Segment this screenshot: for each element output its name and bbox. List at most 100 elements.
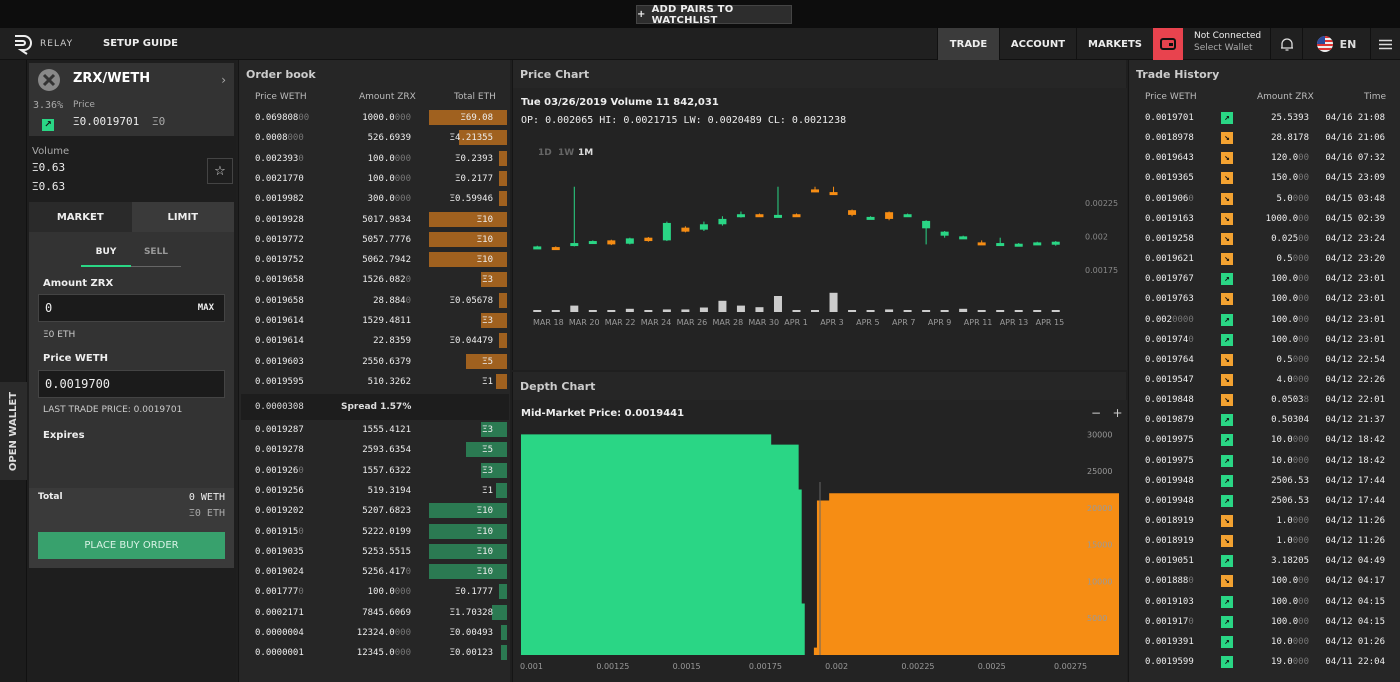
range-1d-button[interactable]: 1D: [538, 148, 552, 158]
order-price: 0.0019603: [255, 356, 304, 367]
notifications-bell-icon[interactable]: [1270, 28, 1302, 60]
buy-tab[interactable]: BUY: [81, 247, 131, 267]
trade-row[interactable]: 0.0019051 ↗ 3.18205 04/12 04:49: [1129, 551, 1399, 571]
trade-row[interactable]: 0.0019879 ↗ 0.50304 04/12 21:37: [1129, 410, 1399, 430]
ask-row[interactable]: 0.0023930 100.0000 Ξ0.2393: [239, 149, 509, 169]
ask-row[interactable]: 0.06980800 1000.0000 Ξ69.08: [239, 108, 509, 128]
trade-amount: 19.0000: [1271, 657, 1309, 668]
bid-row[interactable]: 0.0019256 519.3194 Ξ1: [239, 481, 509, 501]
nav-markets-tab[interactable]: MARKETS: [1076, 28, 1153, 60]
zoom-out-button[interactable]: −: [1091, 406, 1101, 420]
trade-row[interactable]: 0.0019547 ↘ 4.0000 04/12 22:26: [1129, 370, 1399, 390]
ask-depth-bar: [429, 211, 507, 227]
market-selector[interactable]: ZRX/WETH › 3.36% ↗ Price Ξ0.0019701 Ξ0: [29, 63, 234, 136]
ask-row[interactable]: 0.0019772 5057.7776 Ξ10: [239, 230, 509, 250]
trade-row[interactable]: 0.0018978 ↘ 28.8178 04/16 21:06: [1129, 128, 1399, 148]
trade-price: 0.0019621: [1145, 254, 1194, 265]
order-price: 0.0019024: [255, 567, 304, 578]
wallet-icon[interactable]: [1153, 28, 1183, 60]
spread-row: 0.0000308 Spread 1.57%: [241, 394, 509, 420]
range-1w-button[interactable]: 1W: [558, 148, 574, 158]
relay-logo[interactable]: RELAY: [12, 33, 73, 55]
price-x-tick: MAR 18: [533, 318, 564, 327]
bid-row[interactable]: 0.0019287 1555.4121 Ξ3: [239, 420, 509, 440]
wallet-status[interactable]: Not Connected Select Wallet: [1194, 31, 1261, 53]
bid-row[interactable]: 0.0019202 5207.6823 Ξ10: [239, 501, 509, 521]
ask-row[interactable]: 0.0008000 526.6939 Ξ4.21355: [239, 128, 509, 148]
range-1m-button[interactable]: 1M: [578, 148, 593, 158]
ask-row[interactable]: 0.0019658 1526.0820 Ξ3: [239, 270, 509, 290]
price-x-tick: MAR 26: [677, 318, 708, 327]
sell-tab[interactable]: SELL: [131, 247, 181, 267]
ask-row[interactable]: 0.0019595 510.3262 Ξ1: [239, 372, 509, 392]
zoom-in-button[interactable]: +: [1113, 406, 1123, 420]
nav-trade-tab[interactable]: TRADE: [937, 28, 999, 60]
candle-body: [848, 210, 857, 215]
trade-row[interactable]: 0.0019975 ↗ 10.0000 04/12 18:42: [1129, 430, 1399, 450]
volume-bar: [570, 305, 579, 312]
tab-market[interactable]: MARKET: [29, 202, 132, 232]
ask-row[interactable]: 0.0021770 100.0000 Ξ0.2177: [239, 169, 509, 189]
trade-row[interactable]: 0.0019258 ↘ 0.02500 04/12 23:24: [1129, 229, 1399, 249]
trade-row[interactable]: 0.0018919 ↘ 1.0000 04/12 11:26: [1129, 511, 1399, 531]
order-price: 0.0000001: [255, 648, 304, 659]
trade-row[interactable]: 0.0019643 ↘ 120.000 04/16 07:32: [1129, 148, 1399, 168]
amount-input[interactable]: 0 MAX: [38, 294, 225, 322]
trade-row[interactable]: 0.0020000 ↗ 100.000 04/12 23:01: [1129, 310, 1399, 330]
volume-bar: [625, 308, 634, 312]
bid-row[interactable]: 0.0019260 1557.6322 Ξ3: [239, 461, 509, 481]
open-wallet-button[interactable]: OPEN WALLET: [0, 382, 27, 480]
trade-row[interactable]: 0.0019848 ↘ 0.05038 04/12 22:01: [1129, 390, 1399, 410]
ask-row[interactable]: 0.0019928 5017.9834 Ξ10: [239, 210, 509, 230]
ask-row[interactable]: 0.0019614 1529.4811 Ξ3: [239, 311, 509, 331]
candle-body: [940, 231, 949, 236]
ask-row[interactable]: 0.0019658 28.8840 Ξ0.05678: [239, 291, 509, 311]
trade-row[interactable]: 0.0019764 ↘ 0.5000 04/12 22:54: [1129, 350, 1399, 370]
trade-row[interactable]: 0.0018880 ↘ 100.000 04/12 04:17: [1129, 571, 1399, 591]
bid-row[interactable]: 0.0019278 2593.6354 Ξ5: [239, 440, 509, 460]
ask-row[interactable]: 0.0019614 22.8359 Ξ0.04479: [239, 331, 509, 351]
trade-row[interactable]: 0.0019060 ↘ 5.0000 04/15 03:48: [1129, 189, 1399, 209]
trade-row[interactable]: 0.0019948 ↗ 2506.53 04/12 17:44: [1129, 471, 1399, 491]
price-input[interactable]: 0.0019700: [38, 370, 225, 398]
depth-y-tick: 25000: [1087, 467, 1112, 476]
favorite-star-icon[interactable]: ☆: [207, 158, 233, 184]
bid-row[interactable]: 0.0019150 5222.0199 Ξ10: [239, 522, 509, 542]
ask-row[interactable]: 0.0019982 300.0000 Ξ0.59946: [239, 189, 509, 209]
trade-row[interactable]: 0.0019767 ↗ 100.000 04/12 23:01: [1129, 269, 1399, 289]
language-selector[interactable]: EN: [1302, 28, 1370, 60]
trade-row[interactable]: 0.0019599 ↗ 19.0000 04/11 22:04: [1129, 652, 1399, 672]
candle-body: [773, 214, 782, 218]
bid-row[interactable]: 0.0000001 12345.0000 Ξ0.00123: [239, 643, 509, 663]
add-pairs-to-watchlist-button[interactable]: + ADD PAIRS TO WATCHLIST: [636, 4, 792, 26]
order-total: Ξ5: [482, 445, 493, 456]
trade-row[interactable]: 0.0019365 ↘ 150.000 04/15 23:09: [1129, 168, 1399, 188]
place-buy-order-button[interactable]: PLACE BUY ORDER: [38, 532, 225, 559]
bid-row[interactable]: 0.0019035 5253.5515 Ξ10: [239, 542, 509, 562]
max-button[interactable]: MAX: [198, 303, 214, 313]
trade-price: 0.0019848: [1145, 395, 1194, 406]
trade-row[interactable]: 0.0019975 ↗ 10.0000 04/12 18:42: [1129, 451, 1399, 471]
trade-row[interactable]: 0.0019103 ↗ 100.000 04/12 04:15: [1129, 592, 1399, 612]
hamburger-menu-icon[interactable]: [1370, 28, 1400, 60]
trade-row[interactable]: 0.0018919 ↘ 1.0000 04/12 11:26: [1129, 531, 1399, 551]
tab-limit[interactable]: LIMIT: [131, 202, 234, 232]
nav-account-tab[interactable]: ACCOUNT: [999, 28, 1076, 60]
bid-row[interactable]: 0.0002171 7845.6069 Ξ1.70328: [239, 603, 509, 623]
trade-row[interactable]: 0.0019701 ↗ 25.5393 04/16 21:08: [1129, 108, 1399, 128]
trade-row[interactable]: 0.0019391 ↗ 10.0000 04/12 01:26: [1129, 632, 1399, 652]
bid-row[interactable]: 0.0019024 5256.4170 Ξ10: [239, 562, 509, 582]
trade-amount: 1.0000: [1276, 536, 1309, 547]
bid-row[interactable]: 0.0017770 100.0000 Ξ0.1777: [239, 582, 509, 602]
ask-row[interactable]: 0.0019603 2550.6379 Ξ5: [239, 352, 509, 372]
trade-row[interactable]: 0.0019163 ↘ 1000.000 04/15 02:39: [1129, 209, 1399, 229]
trade-row[interactable]: 0.0019763 ↘ 100.000 04/12 23:01: [1129, 289, 1399, 309]
setup-guide-link[interactable]: SETUP GUIDE: [103, 38, 178, 49]
bid-row[interactable]: 0.0000004 12324.0000 Ξ0.00493: [239, 623, 509, 643]
ask-row[interactable]: 0.0019752 5062.7942 Ξ10: [239, 250, 509, 270]
trade-row[interactable]: 0.0019170 ↗ 100.000 04/12 04:15: [1129, 612, 1399, 632]
trade-row[interactable]: 0.0019948 ↗ 2506.53 04/12 17:44: [1129, 491, 1399, 511]
trade-amount-padding: 00: [1298, 596, 1309, 607]
trade-row[interactable]: 0.0019621 ↘ 0.5000 04/12 23:20: [1129, 249, 1399, 269]
trade-row[interactable]: 0.0019740 ↗ 100.000 04/12 23:01: [1129, 330, 1399, 350]
